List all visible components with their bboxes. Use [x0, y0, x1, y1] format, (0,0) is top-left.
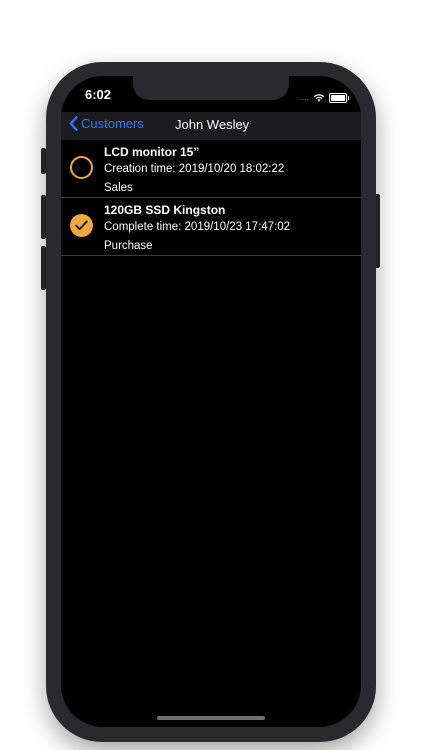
back-button[interactable]: Customers — [69, 116, 144, 131]
list-item-text: LCD monitor 15” Creation time: 2019/10/2… — [104, 144, 284, 198]
phone-screen: 6:02 .... Customers John Wesley LCD moni… — [61, 76, 361, 727]
unchecked-circle-icon[interactable] — [70, 156, 93, 179]
battery-level — [331, 95, 345, 101]
home-indicator[interactable] — [157, 716, 265, 720]
item-time: Creation time: 2019/10/20 18:02:22 — [104, 163, 285, 175]
item-title: 120GB SSD Kingston — [104, 203, 226, 217]
chevron-left-icon — [69, 116, 78, 131]
page-title: John Wesley — [175, 117, 250, 132]
back-button-label: Customers — [81, 116, 144, 131]
list-item[interactable]: LCD monitor 15” Creation time: 2019/10/2… — [61, 140, 361, 198]
order-list: LCD monitor 15” Creation time: 2019/10/2… — [61, 140, 361, 256]
item-type: Sales — [104, 182, 133, 194]
status-bar: 6:02 .... — [61, 76, 361, 112]
item-title: LCD monitor 15” — [104, 145, 200, 159]
list-item[interactable]: 120GB SSD Kingston Complete time: 2019/1… — [61, 198, 361, 256]
checkmark-circle-icon[interactable] — [70, 214, 93, 237]
status-icons: .... — [300, 89, 349, 107]
list-item-text: 120GB SSD Kingston Complete time: 2019/1… — [104, 202, 290, 256]
navigation-bar: Customers John Wesley — [61, 112, 361, 140]
battery-icon — [329, 93, 349, 103]
signal-icon: .... — [300, 93, 309, 102]
item-time: Complete time: 2019/10/23 17:47:02 — [104, 221, 291, 233]
status-time: 6:02 — [85, 87, 112, 102]
app-store-preview: 6:02 .... Customers John Wesley LCD moni… — [0, 0, 422, 750]
wifi-icon — [313, 89, 325, 107]
item-type: Purchase — [104, 240, 153, 252]
